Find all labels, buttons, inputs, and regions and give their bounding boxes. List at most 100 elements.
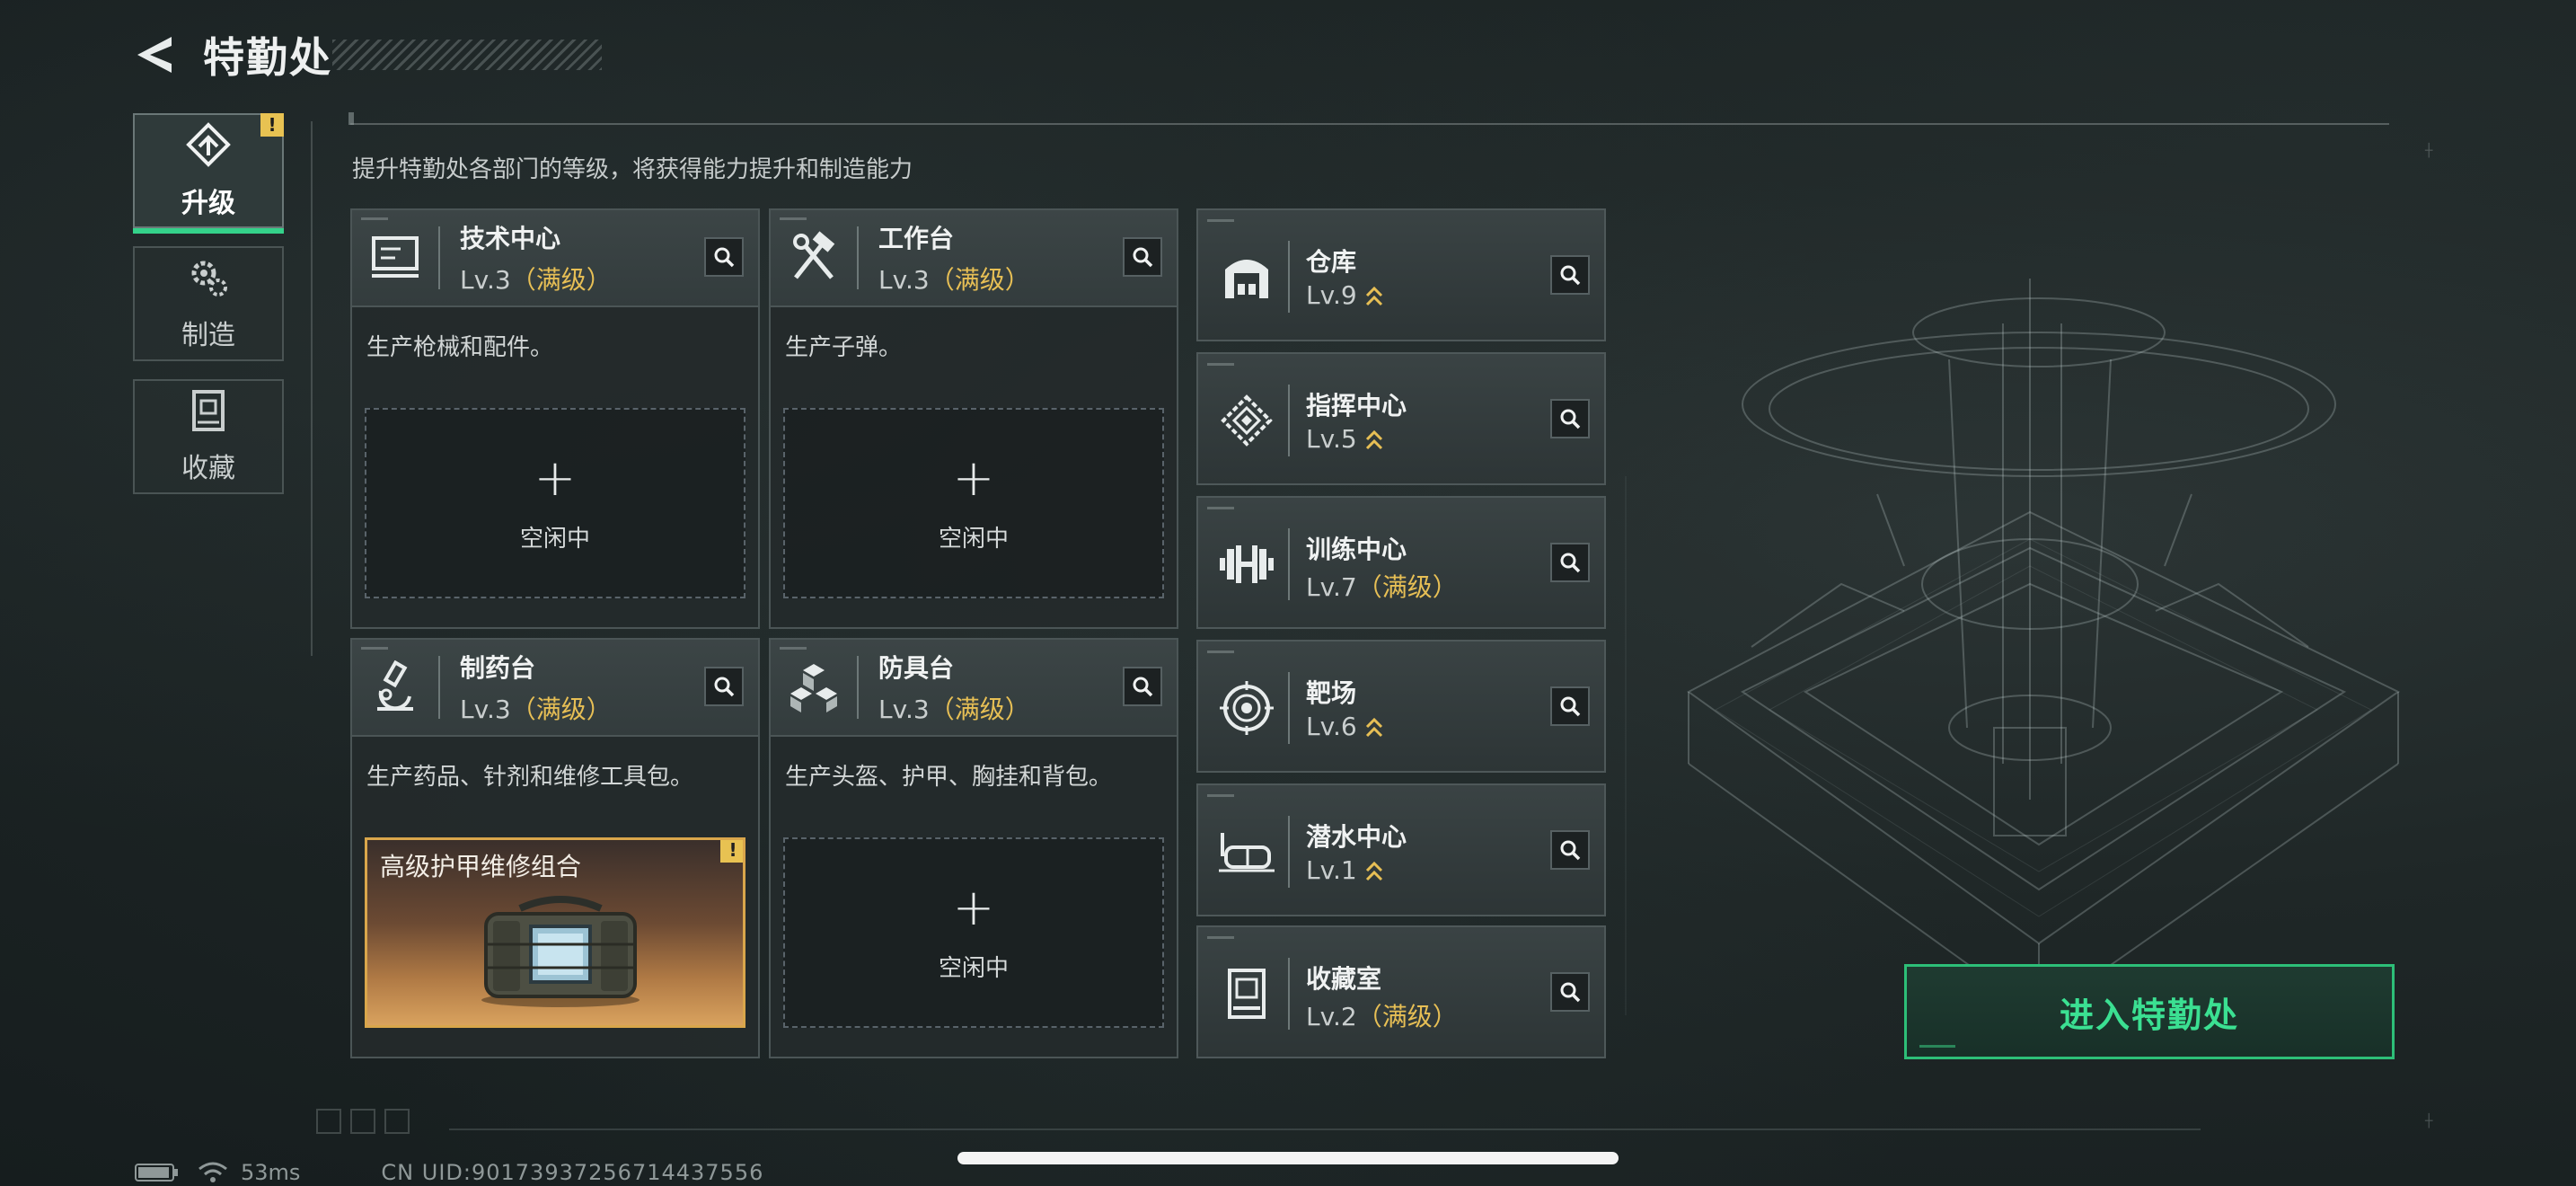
status-bar: 53ms CN UID:9017393725671443755​6 <box>135 1159 763 1186</box>
search-icon <box>1560 265 1581 286</box>
station-level: Lv.3（满级） <box>878 695 1030 724</box>
add-icon: + <box>952 878 995 937</box>
armor-bench-icon <box>790 664 837 712</box>
warehouse-icon <box>1225 260 1268 298</box>
enter-special-ops-button[interactable]: 进入特勤处 <box>1904 964 2395 1059</box>
battery-icon <box>135 1164 178 1182</box>
production-slot-idle[interactable]: + 空闲中 <box>783 837 1164 1028</box>
collection-room-icon <box>1228 969 1266 1019</box>
station-description: 生产药品、针剂和维修工具包。 <box>366 764 694 791</box>
facility-level: Lv.5 <box>1306 424 1384 454</box>
details-button[interactable] <box>1550 686 1590 726</box>
max-level-tag: （满级） <box>510 695 612 724</box>
workstation-card-pharmacy: 制药台 Lv.3（满级） 生产药品、针剂和维修工具包。 ! 高级护甲维修组合 <box>350 638 760 1058</box>
add-icon: + <box>534 448 577 508</box>
facility-level: Lv.9 <box>1306 280 1384 310</box>
facility-name: 仓库 <box>1306 247 1357 277</box>
facility-diving-center[interactable]: 潜水中心 Lv.1 <box>1196 783 1606 916</box>
details-button[interactable] <box>704 237 744 277</box>
facility-name: 潜水中心 <box>1306 822 1407 852</box>
facility-warehouse[interactable]: 仓库 Lv.9 <box>1196 208 1606 341</box>
hud-marker: ┼ <box>2425 1114 2433 1128</box>
base-schematic-illustration <box>1625 279 2400 1017</box>
ping-readout: 53ms <box>241 1160 301 1185</box>
header: 特勤处 <box>133 27 332 83</box>
max-level-tag: （满级） <box>929 265 1030 295</box>
max-level-tag: （满级） <box>929 695 1030 724</box>
user-uid: CN UID:9017393725671443755​6 <box>381 1160 764 1185</box>
station-description: 生产头盔、护甲、胸挂和背包。 <box>785 764 1113 791</box>
station-name: 制药台 <box>460 653 536 683</box>
station-name: 防具台 <box>878 653 955 683</box>
search-icon <box>1560 553 1581 573</box>
facility-training-center[interactable]: 训练中心 Lv.7（满级） <box>1196 496 1606 629</box>
production-slot-active[interactable]: ! 高级护甲维修组合 <box>365 837 745 1028</box>
tab-manufacture[interactable]: 制造 <box>133 246 284 361</box>
enter-button-label: 进入特勤处 <box>2059 995 2239 1035</box>
details-button[interactable] <box>1550 255 1590 295</box>
bottom-decoration <box>316 1109 410 1134</box>
tab-label: 制造 <box>181 320 235 351</box>
tab-label: 升级 <box>181 188 235 219</box>
diving-mask-icon <box>1219 833 1275 872</box>
back-button[interactable] <box>133 31 180 78</box>
station-description: 生产枪械和配件。 <box>366 334 554 361</box>
max-level-tag: （满级） <box>1356 1002 1458 1031</box>
page-title: 特勤处 <box>203 33 332 82</box>
tab-collection[interactable]: 收藏 <box>133 379 284 494</box>
search-icon <box>1560 409 1581 429</box>
facility-level: Lv.6 <box>1306 712 1384 741</box>
tech-center-icon <box>372 236 419 278</box>
details-button[interactable] <box>1550 972 1590 1012</box>
details-button[interactable] <box>1550 399 1590 438</box>
card-header: 制药台 Lv.3（满级） <box>352 640 758 737</box>
back-arrow-icon <box>137 37 172 73</box>
card-header: 技术中心 Lv.3（满级） <box>352 210 758 307</box>
pharmacy-icon <box>377 660 413 711</box>
home-indicator[interactable] <box>957 1152 1619 1164</box>
details-button[interactable] <box>1550 543 1590 582</box>
search-icon <box>1133 247 1153 268</box>
station-level: Lv.3（满级） <box>460 695 612 724</box>
search-icon <box>714 247 735 268</box>
alert-badge: ! <box>260 113 284 137</box>
item-name: 高级护甲维修组合 <box>380 852 582 881</box>
upgrade-available-icon <box>1365 861 1382 881</box>
station-name: 工作台 <box>878 224 955 253</box>
wifi-icon <box>198 1162 227 1182</box>
slot-status: 空闲中 <box>938 525 1009 553</box>
station-description: 生产子弹。 <box>785 334 903 361</box>
max-level-tag: （满级） <box>510 265 612 295</box>
facility-shooting-range[interactable]: 靶场 Lv.6 <box>1196 640 1606 773</box>
upgrade-available-icon <box>1365 286 1382 306</box>
tab-upgrade[interactable]: ! 升级 <box>133 113 284 234</box>
tab-label: 收藏 <box>181 453 235 484</box>
station-name: 技术中心 <box>460 224 561 253</box>
upgrade-available-icon <box>1365 717 1382 738</box>
details-button[interactable] <box>1123 667 1162 706</box>
facility-command-center[interactable]: 指挥中心 Lv.5 <box>1196 352 1606 485</box>
facility-name: 训练中心 <box>1306 535 1407 564</box>
workstation-card-tech-center: 技术中心 Lv.3（满级） 生产枪械和配件。 + 空闲中 <box>350 208 760 629</box>
production-slot-idle[interactable]: + 空闲中 <box>365 408 745 598</box>
search-icon <box>1560 696 1581 717</box>
details-button[interactable] <box>704 667 744 706</box>
production-slot-idle[interactable]: + 空闲中 <box>783 408 1164 598</box>
details-button[interactable] <box>1550 830 1590 870</box>
command-center-icon <box>1221 394 1273 447</box>
workstation-card-workbench: 工作台 Lv.3（满级） 生产子弹。 + 空闲中 <box>769 208 1178 629</box>
slot-status: 空闲中 <box>519 525 590 553</box>
title-decoration <box>332 40 602 70</box>
details-button[interactable] <box>1123 237 1162 277</box>
facility-collection-room[interactable]: 收藏室 Lv.2（满级） <box>1196 925 1606 1058</box>
workstation-card-armor-bench: 防具台 Lv.3（满级） 生产头盔、护甲、胸挂和背包。 + 空闲中 <box>769 638 1178 1058</box>
workbench-icon <box>793 231 835 279</box>
collection-icon <box>192 390 225 431</box>
facility-level: Lv.7（满级） <box>1306 572 1458 602</box>
upgrade-available-icon <box>1365 429 1382 450</box>
facility-level: Lv.2（满级） <box>1306 1002 1458 1031</box>
search-icon <box>1560 982 1581 1003</box>
card-header: 工作台 Lv.3（满级） <box>771 210 1177 307</box>
facility-name: 指挥中心 <box>1306 391 1407 420</box>
station-level: Lv.3（满级） <box>878 265 1030 295</box>
